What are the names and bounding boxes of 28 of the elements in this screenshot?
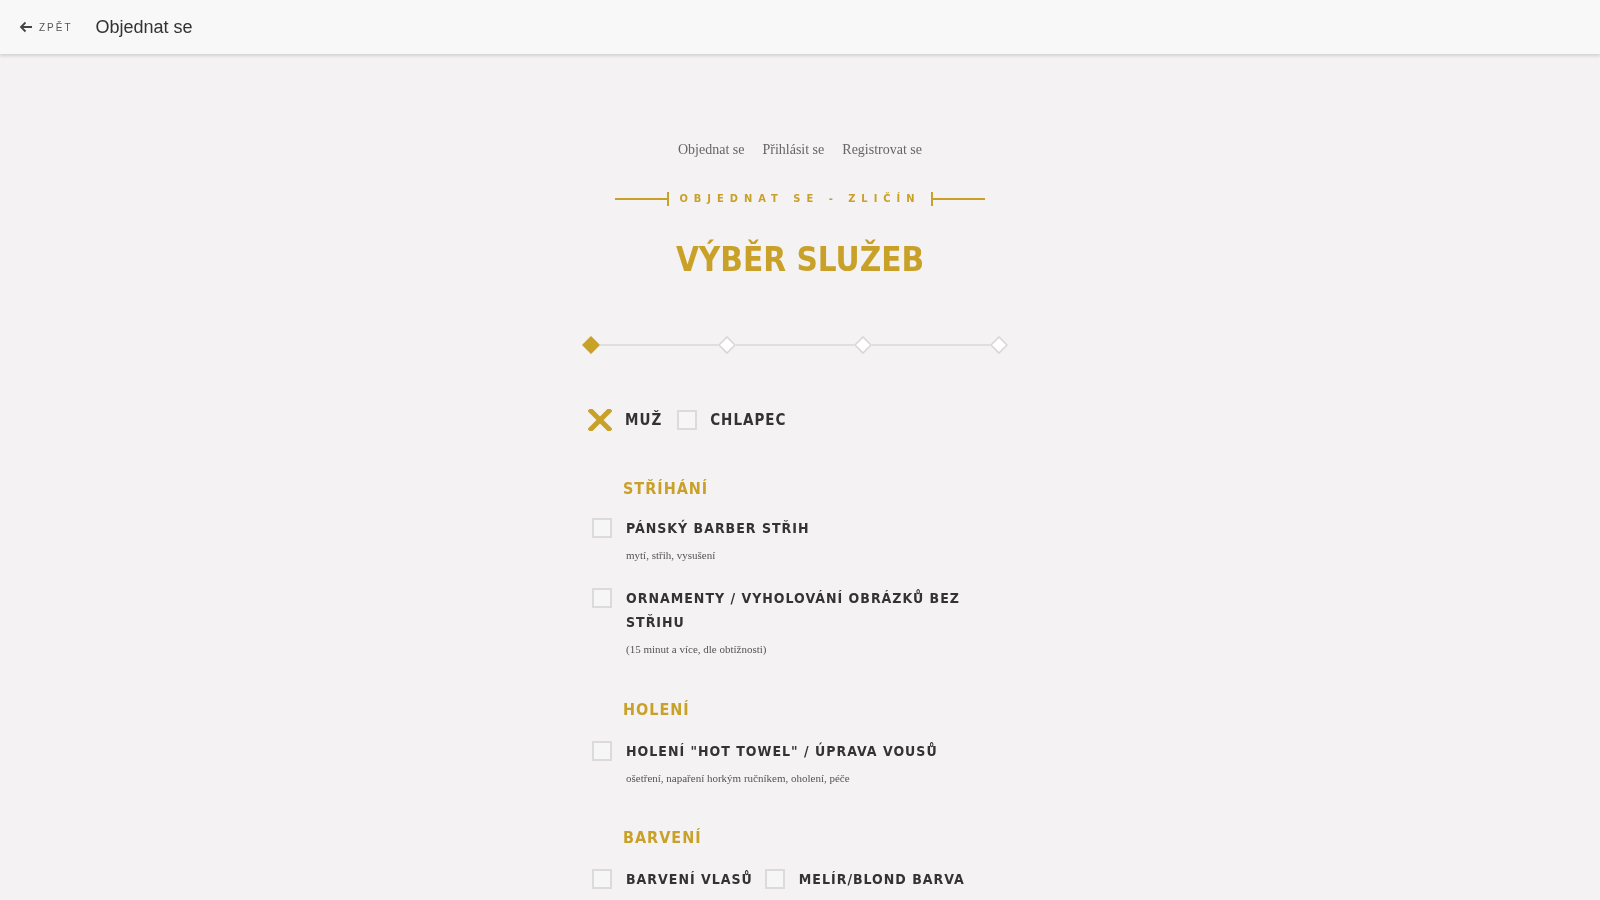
- location-subtitle: OBJEDNAT SE - ZLIČÍN: [679, 191, 921, 207]
- nav-link[interactable]: Objednat se: [677, 141, 745, 159]
- checkbox[interactable]: [588, 409, 612, 431]
- checkbox[interactable]: [677, 410, 698, 430]
- checkbox[interactable]: [592, 518, 612, 538]
- checkbox[interactable]: [592, 741, 612, 761]
- service-name: HOLENÍ "HOT TOWEL" / ÚPRAVA VOUSŮ: [626, 741, 939, 761]
- service-name: BARVENÍ VLASŮ: [626, 869, 753, 889]
- service-name: MELÍR/BLOND BARVA: [798, 870, 965, 889]
- service-name: PÁNSKÝ BARBER STŘIH: [626, 518, 811, 538]
- checkbox[interactable]: [592, 588, 612, 608]
- service-description: (15 minut a více, dle obtížnosti): [626, 642, 768, 656]
- section-title: BARVENÍ: [623, 828, 703, 848]
- checkbox[interactable]: [764, 869, 785, 889]
- service-name: ORNAMENTY / VYHOLOVÁNÍ OBRÁZKŮ BEZ STŘIHU: [626, 588, 961, 632]
- option-label: MUŽ: [625, 411, 663, 429]
- nav-link[interactable]: Přihlásit se: [762, 141, 825, 159]
- nav-link[interactable]: Registrovat se: [842, 141, 922, 159]
- arrow-left-icon: [19, 21, 33, 33]
- page-heading: VÝBĚR SLUŽEB: [674, 238, 926, 281]
- section-title: STŘÍHÁNÍ: [623, 479, 710, 499]
- option-label: CHLAPEC: [710, 411, 787, 429]
- back-link[interactable]: ZPĚT: [19, 21, 73, 33]
- page-title: Objednat se: [95, 16, 193, 38]
- checkbox[interactable]: [592, 869, 612, 889]
- service-description: ošetření, napaření horkým ručníkem, oholení, péče: [626, 771, 851, 785]
- section-title: HOLENÍ: [623, 700, 691, 720]
- service-description: mytí, střih, vysušení: [626, 548, 717, 562]
